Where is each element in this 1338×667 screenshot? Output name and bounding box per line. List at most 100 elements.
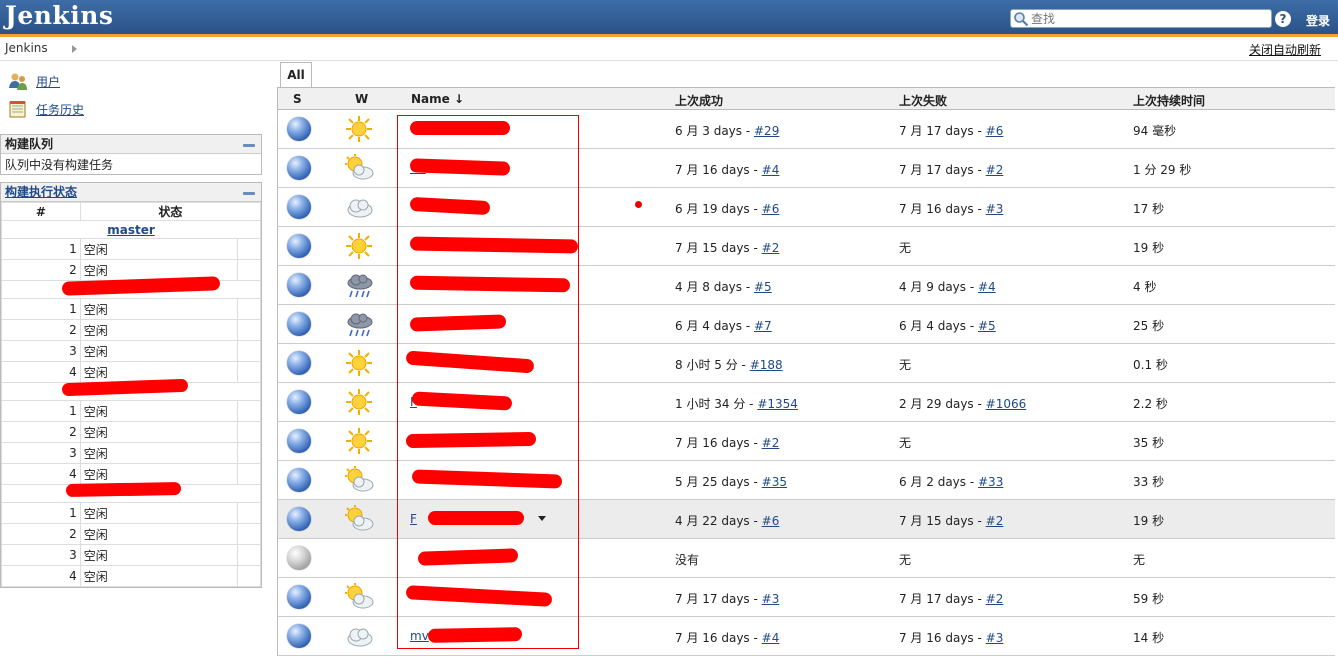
status-ball-icon <box>287 624 311 648</box>
breadcrumb-arrow-icon[interactable] <box>72 45 77 53</box>
users-icon <box>9 73 27 90</box>
last-failure-build-link[interactable]: #3 <box>986 631 1004 645</box>
last-success-text: 5 月 25 days - <box>675 475 762 489</box>
last-failure-build-link[interactable]: #3 <box>986 202 1004 216</box>
last-success-cell: 7 月 17 days - #3 <box>675 590 779 607</box>
collapse-icon[interactable] <box>243 144 255 147</box>
search-input[interactable] <box>1031 10 1269 27</box>
executor-state: 空闲 <box>79 421 239 443</box>
last-failure-build-link[interactable]: #33 <box>978 475 1003 489</box>
last-failure-build-link[interactable]: #4 <box>978 280 996 294</box>
last-success-build-link[interactable]: #35 <box>762 475 787 489</box>
last-failure-text: 7 月 15 days - <box>899 514 986 528</box>
last-success-cell: 4 月 22 days - #6 <box>675 512 779 529</box>
weather-sunny-icon <box>344 388 374 416</box>
status-ball-icon <box>287 156 311 180</box>
last-success-build-link[interactable]: #1354 <box>757 397 798 411</box>
last-failure-text: 2 月 29 days - <box>899 397 986 411</box>
weather-cloudy-icon <box>344 622 374 650</box>
last-failure-build-link[interactable]: #1066 <box>986 397 1027 411</box>
last-success-build-link[interactable]: #29 <box>754 124 779 138</box>
col-header-last-duration[interactable]: 上次持续时间 <box>1133 92 1205 109</box>
last-success-text: 6 月 3 days - <box>675 124 754 138</box>
last-success-text: 4 月 8 days - <box>675 280 754 294</box>
last-failure-text: 7 月 16 days - <box>899 631 986 645</box>
executor-num: 1 <box>1 298 81 320</box>
last-failure-build-link[interactable]: #2 <box>986 514 1004 528</box>
last-success-build-link[interactable]: #3 <box>762 592 780 606</box>
last-success-build-link[interactable]: #2 <box>762 241 780 255</box>
last-failure-cell: 7 月 17 days - #2 <box>899 161 1003 178</box>
last-success-cell: 5 月 25 days - #35 <box>675 473 787 490</box>
last-success-build-link[interactable]: #6 <box>762 514 780 528</box>
col-header-last-success[interactable]: 上次成功 <box>675 92 723 109</box>
help-icon[interactable]: ? <box>1275 11 1291 27</box>
sidebar-item-users[interactable]: 用户 <box>8 70 60 92</box>
breadcrumb-root[interactable]: Jenkins <box>5 41 48 55</box>
weather-partly-cloudy-icon <box>344 505 374 533</box>
collapse-icon[interactable] <box>243 192 255 195</box>
last-failure-cell: 无 <box>899 239 911 256</box>
executor-num: 4 <box>1 565 81 587</box>
last-success-build-link[interactable]: #2 <box>762 436 780 450</box>
build-queue-title: 构建队列 <box>1 135 261 154</box>
last-success-cell: 7 月 15 days - #2 <box>675 239 779 256</box>
executor-num: 2 <box>1 421 81 443</box>
executor-state: 空闲 <box>79 400 239 422</box>
last-duration-cell: 59 秒 <box>1133 592 1165 606</box>
last-success-build-link[interactable]: #188 <box>750 358 783 372</box>
executor-num: 1 <box>1 400 81 422</box>
col-header-last-failure[interactable]: 上次失败 <box>899 92 947 109</box>
last-success-build-link[interactable]: #7 <box>754 319 772 333</box>
weather-partly-cloudy-icon <box>344 154 374 182</box>
executors-table: # 状态 master 1 空闲 2 空闲 1 空闲 2 空闲 3 空闲 4 空闲 1 空闲 … <box>1 202 262 587</box>
executors-title[interactable]: 构建执行状态 <box>1 183 261 202</box>
last-success-build-link[interactable]: #6 <box>762 202 780 216</box>
last-success-build-link[interactable]: #4 <box>762 631 780 645</box>
last-duration-cell: 4 秒 <box>1133 280 1157 294</box>
disable-auto-refresh-link[interactable]: 关闭自动刷新 <box>1249 41 1321 58</box>
node-link-master[interactable]: master <box>107 223 155 237</box>
col-header-status[interactable]: S <box>293 92 302 106</box>
status-ball-icon <box>287 507 311 531</box>
last-success-cell: 6 月 3 days - #29 <box>675 122 779 139</box>
last-failure-build-link[interactable]: #5 <box>978 319 996 333</box>
last-failure-build-link[interactable]: #6 <box>986 124 1004 138</box>
last-duration-cell: 17 秒 <box>1133 202 1165 216</box>
col-header-name[interactable]: Name ↓ <box>411 92 464 106</box>
last-failure-cell: 无 <box>899 551 911 568</box>
sidebar-item-build-history[interactable]: 任务历史 <box>8 98 84 120</box>
weather-partly-cloudy-icon <box>344 583 374 611</box>
last-success-cell: 6 月 19 days - #6 <box>675 200 779 217</box>
login-link[interactable]: 登录 <box>1306 12 1330 29</box>
search-box[interactable] <box>1010 9 1272 28</box>
col-header-weather[interactable]: W <box>355 92 368 106</box>
tab-all[interactable]: All <box>280 62 312 88</box>
status-ball-icon <box>287 312 311 336</box>
executors-title-link[interactable]: 构建执行状态 <box>5 185 77 199</box>
weather-partly-cloudy-icon <box>344 466 374 494</box>
last-duration-cell: 19 秒 <box>1133 514 1165 528</box>
last-duration-cell: 35 秒 <box>1133 436 1165 450</box>
executor-num: 4 <box>1 463 81 485</box>
executor-state: 空闲 <box>79 565 239 587</box>
search-icon <box>1014 12 1029 27</box>
executor-num: 2 <box>1 319 81 341</box>
last-success-text: 没有 <box>675 553 700 567</box>
executor-state: 空闲 <box>79 442 239 464</box>
last-success-build-link[interactable]: #4 <box>762 163 780 177</box>
last-failure-text: 6 月 2 days - <box>899 475 978 489</box>
build-queue-title-text: 构建队列 <box>5 137 54 151</box>
status-ball-icon <box>287 195 311 219</box>
last-failure-build-link[interactable]: #2 <box>986 163 1004 177</box>
last-duration-cell: 14 秒 <box>1133 631 1165 645</box>
last-success-build-link[interactable]: #5 <box>754 280 772 294</box>
last-failure-cell: 7 月 17 days - #6 <box>899 122 1003 139</box>
last-success-cell: 7 月 16 days - #4 <box>675 161 779 178</box>
last-failure-text: 无 <box>899 553 912 567</box>
jenkins-logo[interactable]: Jenkins <box>5 1 113 30</box>
last-failure-build-link[interactable]: #2 <box>986 592 1004 606</box>
status-ball-icon <box>287 390 311 414</box>
executor-state: 空闲 <box>79 463 239 485</box>
last-duration-cell: 无 <box>1133 553 1146 567</box>
